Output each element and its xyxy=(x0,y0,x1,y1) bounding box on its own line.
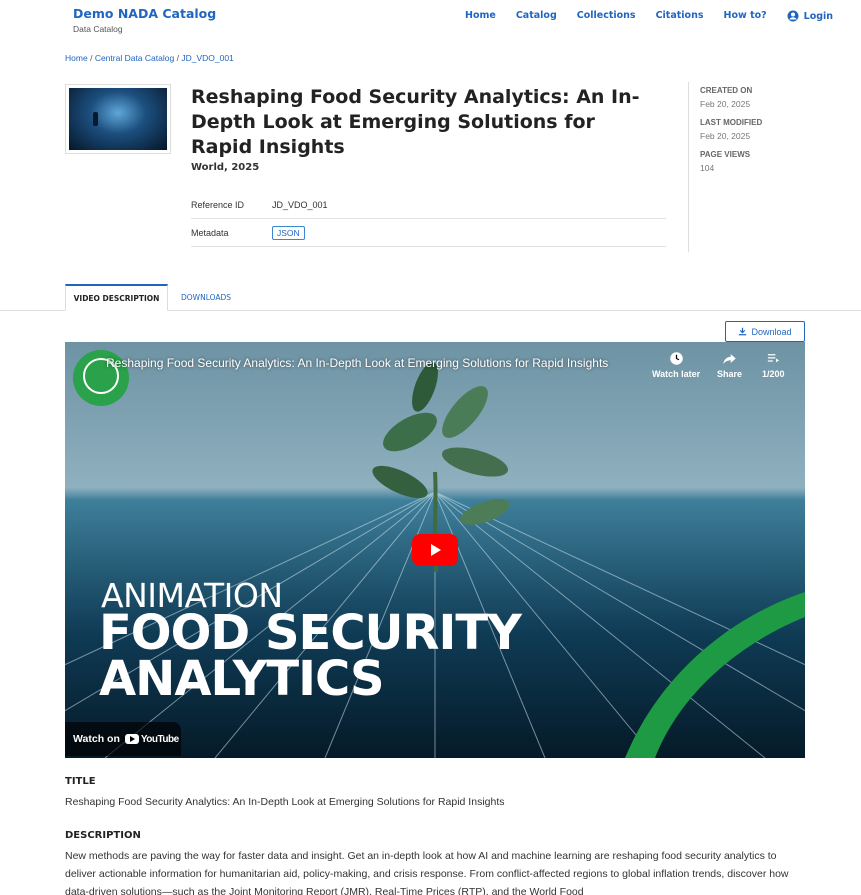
metadata-table: Reference ID JD_VDO_001 Metadata JSON xyxy=(191,191,666,247)
page-title: Reshaping Food Security Analytics: An In… xyxy=(191,86,640,158)
watch-later-button[interactable]: Watch later xyxy=(652,351,700,379)
thumbnail-image xyxy=(69,88,167,150)
share-label: Share xyxy=(717,369,743,379)
created-label: CREATED ON xyxy=(700,86,753,95)
modified-label: LAST MODIFIED xyxy=(700,118,763,127)
breadcrumb-separator: / xyxy=(176,53,179,63)
top-nav: Home Catalog Collections Citations How t… xyxy=(465,10,833,22)
views-label: PAGE VIEWS xyxy=(700,150,751,159)
tab-downloads[interactable]: DOWNLOADS xyxy=(181,284,231,311)
study-subtitle: World, 2025 xyxy=(191,162,260,173)
study-thumbnail xyxy=(65,84,171,154)
reference-id-label: Reference ID xyxy=(191,199,245,210)
youtube-play-icon xyxy=(124,734,139,744)
download-label: Download xyxy=(751,326,792,337)
description-heading: DESCRIPTION xyxy=(65,830,141,841)
breadcrumb-separator: / xyxy=(90,53,93,63)
playlist-icon xyxy=(767,354,779,363)
breadcrumb: Home / Central Data Catalog / JD_VDO_001 xyxy=(65,53,234,63)
table-row: Metadata JSON xyxy=(191,219,666,247)
user-circle-icon xyxy=(787,10,799,22)
modified-value: Feb 20, 2025 xyxy=(700,131,751,141)
nav-collections[interactable]: Collections xyxy=(577,10,636,22)
description-text: New methods are paving the way for faste… xyxy=(65,850,789,895)
reference-id-value: JD_VDO_001 xyxy=(272,199,328,210)
stats-panel: CREATED ON Feb 20, 2025 LAST MODIFIED Fe… xyxy=(688,82,808,252)
playlist-count: 1/200 xyxy=(762,369,785,379)
video-player[interactable]: Reshaping Food Security Analytics: An In… xyxy=(65,342,805,758)
overlay-line-2: FOOD SECURITY xyxy=(99,605,522,661)
download-icon xyxy=(739,327,747,336)
clock-icon xyxy=(669,352,683,365)
metadata-label: Metadata xyxy=(191,227,229,238)
login-link[interactable]: Login xyxy=(787,10,833,22)
video-title-overlay[interactable]: Reshaping Food Security Analytics: An In… xyxy=(106,356,608,370)
brand-subtitle: Data Catalog xyxy=(73,24,123,34)
breadcrumb-catalog[interactable]: Central Data Catalog xyxy=(95,53,174,63)
title-text: Reshaping Food Security Analytics: An In… xyxy=(65,796,505,808)
title-heading: TITLE xyxy=(65,776,96,787)
created-value: Feb 20, 2025 xyxy=(700,99,751,109)
playlist-button[interactable]: 1/200 xyxy=(762,351,785,379)
share-icon xyxy=(723,354,736,365)
views-value: 104 xyxy=(700,163,715,173)
breadcrumb-current[interactable]: JD_VDO_001 xyxy=(181,53,233,63)
nav-how-to[interactable]: How to? xyxy=(724,10,767,22)
table-row: Reference ID JD_VDO_001 xyxy=(191,191,666,219)
watch-on-label: Watch on xyxy=(73,733,120,745)
thumbnail-figure xyxy=(93,112,98,126)
watch-later-label: Watch later xyxy=(652,369,701,379)
share-button[interactable]: Share xyxy=(717,351,742,379)
play-icon xyxy=(431,544,441,556)
overlay-headline: FOOD SECURITY ANALYTICS xyxy=(99,605,619,707)
nav-catalog[interactable]: Catalog xyxy=(516,10,557,22)
tab-video-description[interactable]: VIDEO DESCRIPTION xyxy=(65,284,168,311)
breadcrumb-home[interactable]: Home xyxy=(65,53,88,63)
youtube-wordmark: YouTube xyxy=(140,733,179,745)
play-button[interactable] xyxy=(412,534,458,566)
watch-on-youtube-button[interactable]: Watch on YouTube xyxy=(65,722,181,756)
youtube-logo: YouTube xyxy=(124,733,179,745)
brand-title[interactable]: Demo NADA Catalog xyxy=(73,6,216,21)
nav-home[interactable]: Home xyxy=(465,10,496,22)
login-label: Login xyxy=(803,10,834,22)
nav-citations[interactable]: Citations xyxy=(656,10,704,22)
json-button[interactable]: JSON xyxy=(272,225,305,240)
overlay-line-3: ANALYTICS xyxy=(99,651,385,707)
brand[interactable]: Demo NADA Catalog Data Catalog xyxy=(73,6,216,34)
download-button[interactable]: Download xyxy=(725,321,805,342)
